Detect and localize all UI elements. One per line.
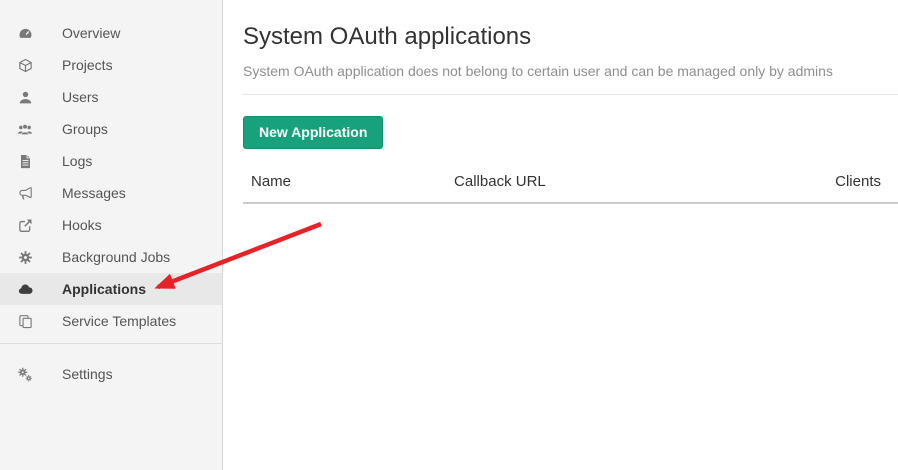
sidebar-item-logs[interactable]: Logs — [0, 145, 222, 177]
sidebar-item-applications[interactable]: Applications — [0, 273, 222, 305]
admin-sidebar: Overview Projects Users — [0, 0, 223, 470]
cube-icon — [17, 57, 33, 73]
sidebar-item-label: Groups — [62, 121, 108, 137]
sidebar-item-label: Projects — [62, 57, 113, 73]
sidebar-item-messages[interactable]: Messages — [0, 177, 222, 209]
column-header-clients: Clients — [767, 163, 898, 203]
sidebar-item-label: Messages — [62, 185, 126, 201]
gears-icon — [17, 366, 33, 382]
sidebar-item-label: Background Jobs — [62, 249, 170, 265]
sidebar-item-hooks[interactable]: Hooks — [0, 209, 222, 241]
cloud-icon — [17, 281, 33, 297]
sidebar-item-users[interactable]: Users — [0, 81, 222, 113]
page-title: System OAuth applications — [243, 23, 898, 51]
sidebar-divider — [0, 343, 222, 344]
page-subtitle: System OAuth application does not belong… — [243, 63, 898, 79]
sidebar-item-service-templates[interactable]: Service Templates — [0, 305, 222, 337]
bullhorn-icon — [17, 185, 33, 201]
file-text-icon — [17, 153, 33, 169]
sidebar-item-groups[interactable]: Groups — [0, 113, 222, 145]
sidebar-item-label: Logs — [62, 153, 92, 169]
sidebar-item-projects[interactable]: Projects — [0, 49, 222, 81]
sidebar-item-label: Users — [62, 89, 99, 105]
sidebar-item-settings[interactable]: Settings — [0, 358, 222, 390]
sidebar-item-label: Overview — [62, 25, 120, 41]
section-divider — [243, 94, 898, 95]
user-icon — [17, 89, 33, 105]
users-icon — [17, 121, 33, 137]
sidebar-item-label: Applications — [62, 281, 146, 297]
sidebar-item-label: Hooks — [62, 217, 102, 233]
sidebar-item-overview[interactable]: Overview — [0, 17, 222, 49]
sidebar-item-label: Service Templates — [62, 313, 176, 329]
sidebar-item-label: Settings — [62, 366, 113, 382]
table-header-row: Name Callback URL Clients — [243, 163, 898, 203]
external-link-icon — [17, 217, 33, 233]
new-application-button[interactable]: New Application — [243, 116, 383, 149]
sidebar-item-background-jobs[interactable]: Background Jobs — [0, 241, 222, 273]
gear-icon — [17, 249, 33, 265]
column-header-callback-url: Callback URL — [446, 163, 767, 203]
main-content: System OAuth applications System OAuth a… — [224, 0, 898, 470]
column-header-name: Name — [243, 163, 446, 203]
dashboard-icon — [17, 25, 33, 41]
oauth-applications-table: Name Callback URL Clients — [243, 163, 898, 204]
copy-icon — [17, 313, 33, 329]
